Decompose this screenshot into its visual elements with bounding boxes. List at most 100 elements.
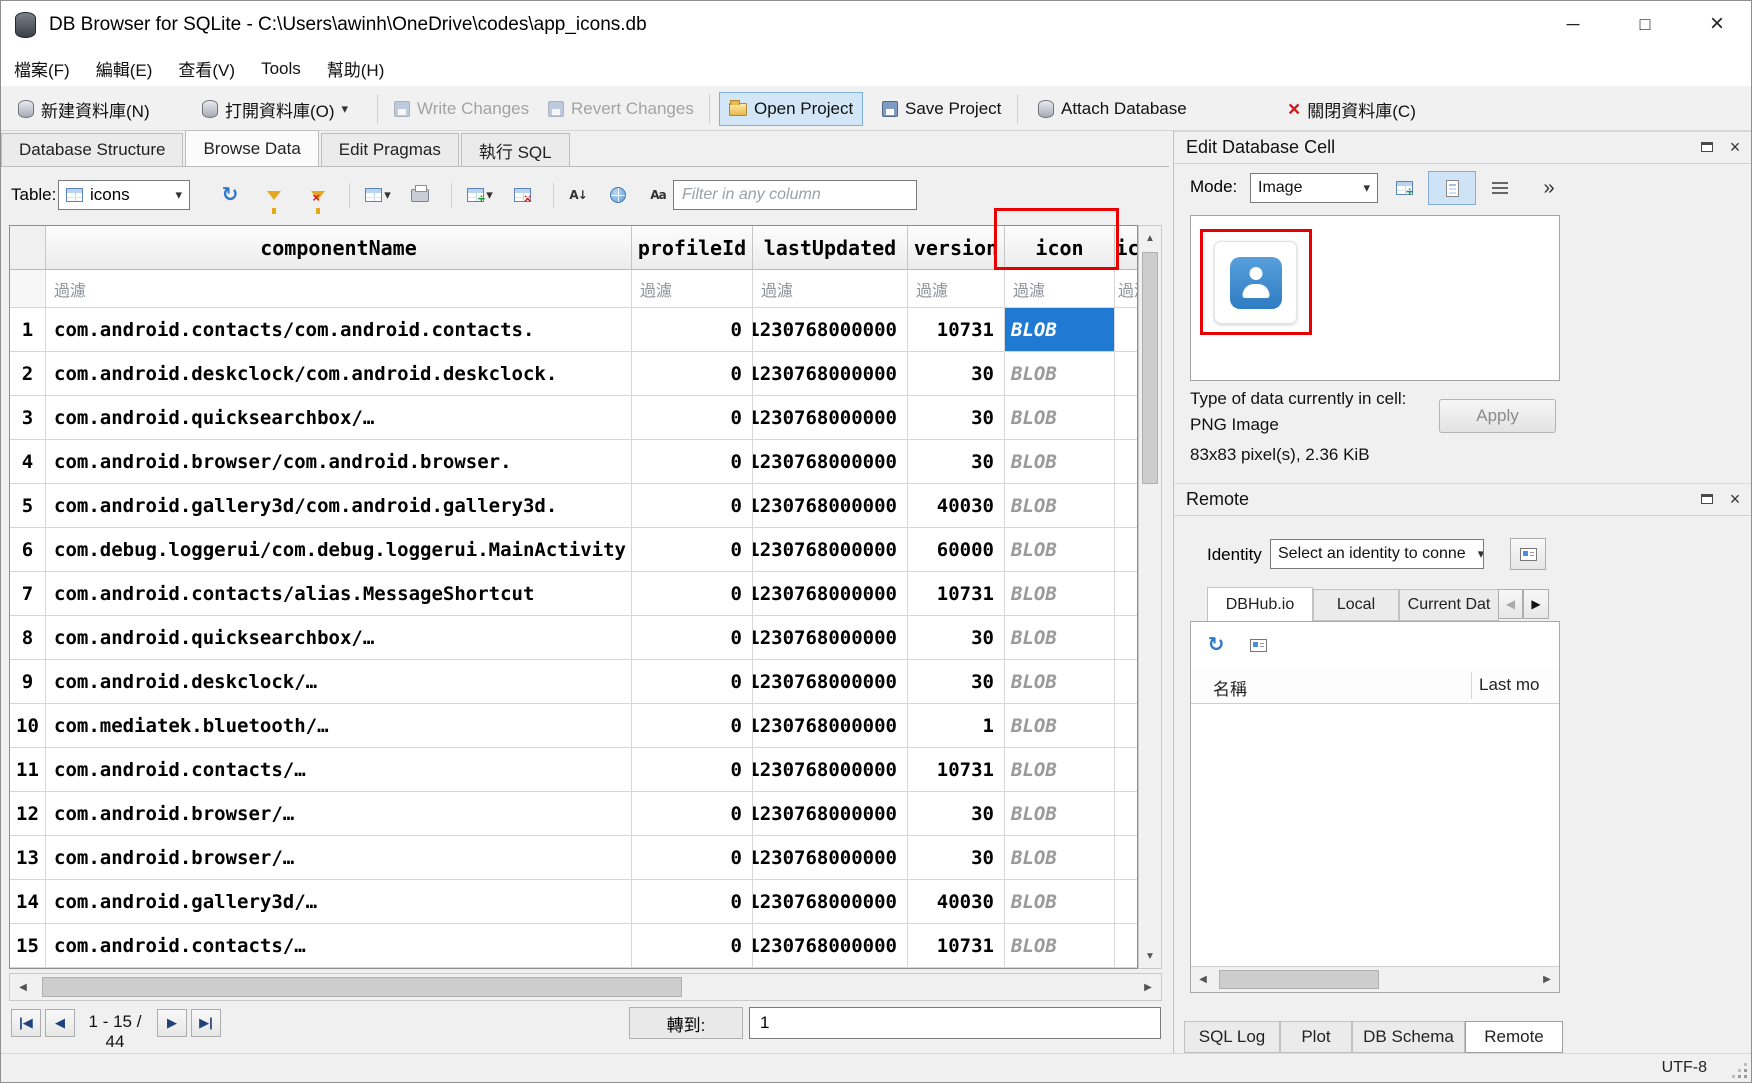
cell-version[interactable]: 10731 — [908, 924, 1005, 968]
import-data-button[interactable]: + — [1388, 172, 1420, 204]
row-number[interactable]: 5 — [10, 484, 46, 528]
encoding-indicator[interactable]: UTF-8 — [1662, 1059, 1707, 1077]
cell-icon[interactable]: BLOB — [1005, 660, 1115, 704]
cell-profileId[interactable]: 0 — [632, 748, 753, 792]
remote-close-button[interactable]: × — [1723, 487, 1747, 511]
remote-column-last-modified[interactable]: Last mo — [1479, 675, 1559, 695]
cell-profileId[interactable]: 0 — [632, 836, 753, 880]
cell-version[interactable]: 30 — [908, 792, 1005, 836]
cell-lastUpdated[interactable]: 1230768000000 — [753, 880, 908, 924]
cell-profileId[interactable]: 0 — [632, 484, 753, 528]
edit-cell-float-button[interactable] — [1695, 135, 1719, 159]
toolbar-overflow-button[interactable]: » — [1534, 173, 1564, 203]
cell-icon[interactable]: BLOB — [1005, 880, 1115, 924]
text-view-toggle-button[interactable] — [1484, 172, 1516, 204]
cell-profileId[interactable]: 0 — [632, 352, 753, 396]
remote-tab-current-database[interactable]: Current Dat — [1399, 589, 1499, 621]
row-number[interactable]: 12 — [10, 792, 46, 836]
cell-version[interactable]: 1 — [908, 704, 1005, 748]
row-number[interactable]: 8 — [10, 616, 46, 660]
row-number[interactable]: 3 — [10, 396, 46, 440]
cell-version[interactable]: 30 — [908, 836, 1005, 880]
dock-tab-remote[interactable]: Remote — [1465, 1021, 1563, 1053]
cell-extra[interactable] — [1115, 748, 1137, 792]
cell-lastUpdated[interactable]: 1230768000000 — [753, 352, 908, 396]
cell-extra[interactable] — [1115, 704, 1137, 748]
cell-icon[interactable]: BLOB — [1005, 792, 1115, 836]
column-header-profileId[interactable]: profileId — [632, 226, 753, 270]
print-button[interactable] — [405, 180, 435, 210]
cell-icon[interactable]: BLOB — [1005, 924, 1115, 968]
cell-icon[interactable]: BLOB — [1005, 748, 1115, 792]
column-header-lastUpdated[interactable]: lastUpdated — [753, 226, 908, 270]
cell-profileId[interactable]: 0 — [632, 572, 753, 616]
cell-lastUpdated[interactable]: 1230768000000 — [753, 484, 908, 528]
filter-cell-profileId[interactable]: 過濾 — [632, 270, 753, 308]
cell-version[interactable]: 10731 — [908, 748, 1005, 792]
row-number[interactable]: 14 — [10, 880, 46, 924]
cell-extra[interactable] — [1115, 484, 1137, 528]
cell-componentName[interactable]: com.android.quicksearchbox/… — [46, 396, 632, 440]
cell-profileId[interactable]: 0 — [632, 616, 753, 660]
scroll-right-icon[interactable]: ▶ — [1535, 967, 1559, 992]
format-button[interactable]: Aa — [643, 180, 673, 210]
cell-profileId[interactable]: 0 — [632, 440, 753, 484]
remote-tabs-scroll-right-button[interactable]: ▶ — [1523, 589, 1549, 619]
identity-select[interactable]: Select an identity to conne ▾ — [1270, 539, 1484, 569]
cell-version[interactable]: 40030 — [908, 880, 1005, 924]
column-header-componentName[interactable]: componentName — [46, 226, 632, 270]
revert-changes-button[interactable]: Revert Changes — [539, 92, 703, 126]
remote-scrollbar-thumb[interactable] — [1219, 970, 1379, 989]
row-number[interactable]: 2 — [10, 352, 46, 396]
cell-version[interactable]: 30 — [908, 660, 1005, 704]
image-view-toggle-button[interactable] — [1428, 171, 1476, 205]
open-database-dropdown-icon[interactable]: ▾ — [342, 101, 349, 117]
cell-componentName[interactable]: com.debug.loggerui/com.debug.loggerui.Ma… — [46, 528, 632, 572]
cell-lastUpdated[interactable]: 1230768000000 — [753, 528, 908, 572]
horizontal-scrollbar-thumb[interactable] — [42, 977, 682, 997]
filter-cell-version[interactable]: 過濾 — [908, 270, 1005, 308]
row-number[interactable]: 13 — [10, 836, 46, 880]
remote-column-name[interactable]: 名稱 — [1213, 675, 1247, 700]
table-horizontal-scrollbar[interactable]: ◀ ▶ — [9, 973, 1162, 1001]
row-number[interactable]: 7 — [10, 572, 46, 616]
cell-lastUpdated[interactable]: 1230768000000 — [753, 572, 908, 616]
cell-componentName[interactable]: com.android.contacts/alias.MessageShortc… — [46, 572, 632, 616]
filter-any-column-input[interactable] — [673, 180, 917, 210]
vertical-scrollbar-thumb[interactable] — [1142, 252, 1158, 484]
remote-refresh-button[interactable]: ↻ — [1203, 632, 1229, 658]
filter-button[interactable] — [259, 180, 289, 210]
cell-profileId[interactable]: 0 — [632, 528, 753, 572]
cell-lastUpdated[interactable]: 1230768000000 — [753, 704, 908, 748]
tab-edit-pragmas[interactable]: Edit Pragmas — [321, 133, 459, 166]
cell-lastUpdated[interactable]: 1230768000000 — [753, 792, 908, 836]
cell-componentName[interactable]: com.android.deskclock/com.android.deskcl… — [46, 352, 632, 396]
cell-lastUpdated[interactable]: 1230768000000 — [753, 440, 908, 484]
cell-componentName[interactable]: com.android.browser/… — [46, 836, 632, 880]
close-button[interactable]: × — [1681, 1, 1752, 47]
cell-lastUpdated[interactable]: 1230768000000 — [753, 616, 908, 660]
cell-profileId[interactable]: 0 — [632, 308, 753, 352]
cell-componentName[interactable]: com.android.contacts/… — [46, 924, 632, 968]
tab-database-structure[interactable]: Database Structure — [1, 133, 183, 166]
table-select[interactable]: icons ▾ — [58, 180, 190, 210]
cell-profileId[interactable]: 0 — [632, 880, 753, 924]
apply-button[interactable]: Apply — [1439, 399, 1556, 433]
save-view-button[interactable]: ▾ — [359, 180, 397, 210]
write-changes-button[interactable]: Write Changes — [385, 92, 538, 126]
menu-file[interactable]: 檔案(F) — [1, 51, 83, 86]
cell-extra[interactable] — [1115, 308, 1137, 352]
scroll-up-icon[interactable]: ▲ — [1139, 226, 1161, 250]
column-header-icon[interactable]: icon — [1005, 226, 1115, 270]
menu-edit[interactable]: 編輯(E) — [83, 51, 166, 86]
cell-profileId[interactable]: 0 — [632, 704, 753, 748]
cell-componentName[interactable]: com.mediatek.bluetooth/… — [46, 704, 632, 748]
cell-icon[interactable]: BLOB — [1005, 528, 1115, 572]
cell-lastUpdated[interactable]: 1230768000000 — [753, 836, 908, 880]
row-number[interactable]: 6 — [10, 528, 46, 572]
cell-version[interactable]: 10731 — [908, 308, 1005, 352]
scroll-right-icon[interactable]: ▶ — [1135, 974, 1161, 1000]
encoding-button[interactable] — [603, 180, 633, 210]
menu-tools[interactable]: Tools — [248, 51, 314, 86]
table-vertical-scrollbar[interactable]: ▲ ▼ — [1138, 225, 1162, 969]
